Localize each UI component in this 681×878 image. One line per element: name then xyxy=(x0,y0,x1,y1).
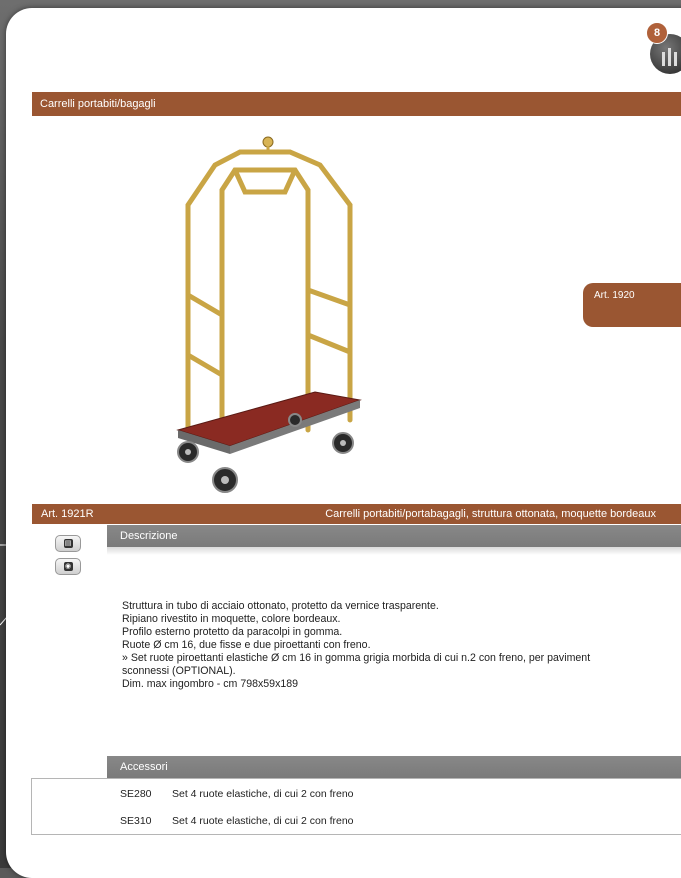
description-line: Ripiano rivestito in moquette, colore bo… xyxy=(122,613,341,625)
accessory-code: SE310 xyxy=(120,815,152,827)
image-article-tab: Art. 1920 xyxy=(583,283,681,327)
description-line: sconnessi (OPTIONAL). xyxy=(122,665,236,677)
description-heading: Descrizione xyxy=(120,530,178,542)
description-body: Struttura in tubo di acciaio ottonato, p… xyxy=(122,600,681,691)
image-article-label: Art. 1920 xyxy=(594,290,635,301)
section-title-bar: Carrelli portabiti/bagagli xyxy=(32,92,681,116)
accessory-row: SE280 Set 4 ruote elastiche, di cui 2 con… xyxy=(120,788,354,800)
description-line: Struttura in tubo di acciaio ottonato, p… xyxy=(122,600,439,612)
accessories-table: SE280 Set 4 ruote elastiche, di cui 2 con… xyxy=(31,778,681,835)
product-image xyxy=(176,136,362,493)
description-header: Descrizione xyxy=(107,525,681,547)
accessories-heading: Accessori xyxy=(120,761,168,773)
page-number-badge: 8 xyxy=(646,22,668,44)
accessory-row: SE310 Set 4 ruote elastiche, di cui 2 con… xyxy=(120,815,354,827)
article-info-bar: Art. 1921R Carrelli portabiti/portabagag… xyxy=(32,504,681,524)
article-code: Art. 1921R xyxy=(41,508,94,520)
description-line: Dim. max ingombro - cm 798x59x189 xyxy=(122,678,299,690)
document-icon: ▤ xyxy=(63,539,73,548)
accessories-header: Accessori xyxy=(107,756,681,778)
accessory-text: Set 4 ruote elastiche, di cui 2 con fren… xyxy=(172,788,354,800)
datasheet-button[interactable]: ▤ xyxy=(55,535,81,552)
accessory-code: SE280 xyxy=(120,788,152,800)
photo-button[interactable]: ◉ xyxy=(55,558,81,575)
camera-icon: ◉ xyxy=(63,562,73,571)
divider xyxy=(107,547,681,555)
section-title: Carrelli portabiti/bagagli xyxy=(40,98,156,110)
accessory-text: Set 4 ruote elastiche, di cui 2 con fren… xyxy=(172,815,354,827)
description-line: Ruote Ø cm 16, due fisse e due piroettan… xyxy=(122,639,371,651)
article-description: Carrelli portabiti/portabagagli, struttu… xyxy=(325,508,656,520)
description-line: Profilo esterno protetto da paracolpi in… xyxy=(122,626,343,638)
description-line: » Set ruote piroettanti elastiche Ø cm 1… xyxy=(122,652,591,664)
